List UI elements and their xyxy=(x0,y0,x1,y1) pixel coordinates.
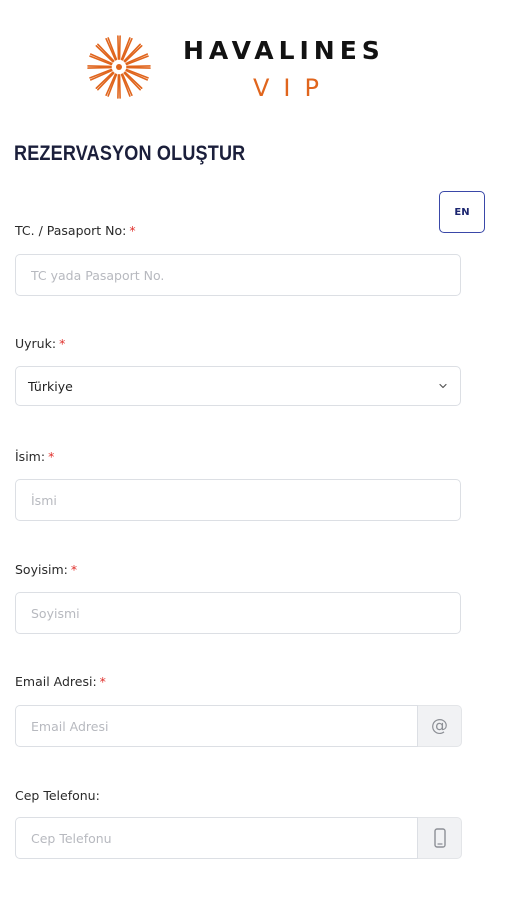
nationality-select[interactable]: Türkiye xyxy=(15,366,461,406)
phone-label-text: Cep Telefonu: xyxy=(15,788,100,803)
last-name-label-text: Soyisim: xyxy=(15,562,68,577)
required-marker: * xyxy=(48,449,55,464)
id-number-label: TC. / Pasaport No: * xyxy=(15,223,136,238)
at-icon: @ xyxy=(418,705,462,747)
nationality-value: Türkiye xyxy=(28,378,73,394)
page-title: REZERVASYON OLUŞTUR xyxy=(14,142,246,165)
required-marker: * xyxy=(129,223,136,238)
brand-sub: VIP xyxy=(253,74,333,102)
email-input[interactable] xyxy=(15,705,418,747)
sun-burst-icon xyxy=(87,35,151,99)
id-number-input[interactable] xyxy=(15,254,461,296)
required-marker: * xyxy=(59,336,66,351)
last-name-label: Soyisim: * xyxy=(15,562,77,577)
email-label: Email Adresi: * xyxy=(15,674,106,689)
phone-input[interactable] xyxy=(15,817,418,859)
language-switch-button[interactable]: EN xyxy=(439,191,485,233)
phone-label: Cep Telefonu: xyxy=(15,788,100,803)
first-name-label: İsim: * xyxy=(15,449,54,464)
chevron-down-icon xyxy=(439,383,447,389)
email-label-text: Email Adresi: xyxy=(15,674,97,689)
mobile-phone-addon xyxy=(418,817,462,859)
required-marker: * xyxy=(99,674,106,689)
last-name-input[interactable] xyxy=(15,592,461,634)
brand-name: HAVALINES xyxy=(183,36,385,65)
first-name-label-text: İsim: xyxy=(15,449,46,464)
id-number-label-text: TC. / Pasaport No: xyxy=(15,223,127,238)
required-marker: * xyxy=(70,562,78,577)
nationality-label-text: Uyruk: xyxy=(15,336,57,351)
nationality-label: Uyruk: * xyxy=(15,336,65,351)
first-name-input[interactable] xyxy=(15,479,461,521)
brand-logo: HAVALINES VIP xyxy=(86,32,406,104)
mobile-phone-icon xyxy=(433,828,446,848)
